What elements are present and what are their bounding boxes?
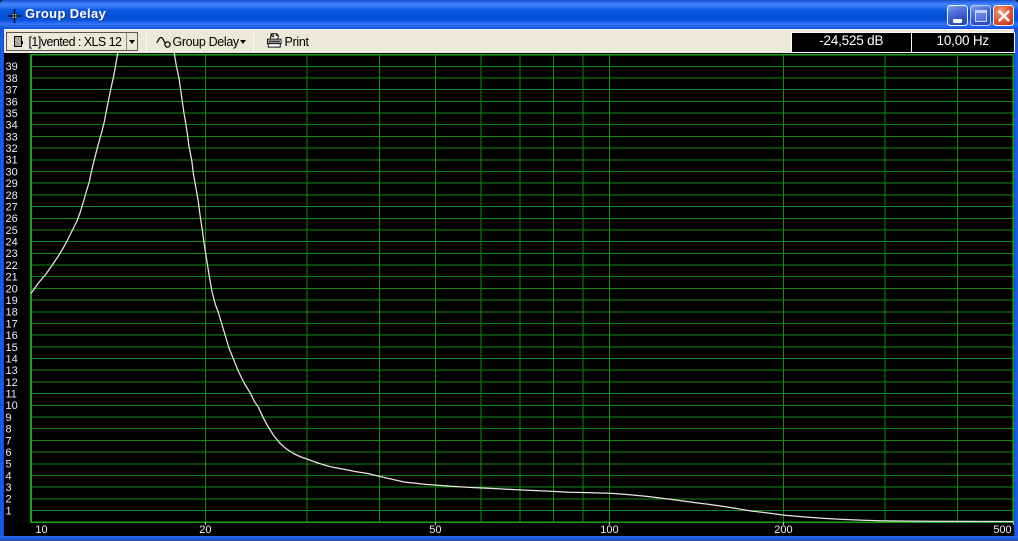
svg-text:4: 4 (6, 470, 12, 482)
svg-text:50: 50 (429, 524, 441, 536)
svg-text:29: 29 (6, 178, 18, 190)
svg-text:11: 11 (6, 389, 17, 401)
svg-text:18: 18 (6, 307, 18, 319)
svg-text:3: 3 (6, 482, 12, 494)
svg-text:12: 12 (6, 377, 18, 389)
svg-text:200: 200 (774, 524, 792, 536)
svg-text:35: 35 (6, 108, 18, 120)
svg-text:26: 26 (6, 213, 18, 225)
svg-text:21: 21 (6, 272, 18, 284)
svg-text:10: 10 (35, 524, 47, 536)
svg-text:23: 23 (6, 248, 18, 260)
svg-text:25: 25 (6, 225, 18, 237)
svg-text:24: 24 (6, 237, 18, 249)
svg-text:22: 22 (6, 260, 18, 272)
svg-text:13: 13 (6, 365, 18, 377)
svg-text:14: 14 (6, 353, 18, 365)
svg-text:20: 20 (199, 524, 211, 536)
svg-text:31: 31 (6, 155, 18, 167)
svg-text:36: 36 (6, 96, 18, 108)
svg-text:39: 39 (6, 61, 18, 73)
svg-text:38: 38 (6, 73, 18, 85)
svg-text:5: 5 (6, 459, 12, 471)
svg-text:34: 34 (6, 120, 18, 132)
svg-text:30: 30 (6, 166, 18, 178)
svg-text:32: 32 (6, 143, 18, 155)
svg-text:2: 2 (6, 494, 12, 506)
svg-text:17: 17 (6, 318, 18, 330)
svg-text:9: 9 (6, 412, 12, 424)
svg-text:20: 20 (6, 283, 18, 295)
svg-text:100: 100 (600, 524, 618, 536)
svg-text:500: 500 (993, 524, 1011, 536)
svg-text:28: 28 (6, 190, 18, 202)
svg-text:27: 27 (6, 202, 18, 214)
svg-text:10: 10 (6, 400, 18, 412)
svg-text:37: 37 (6, 85, 18, 97)
svg-text:15: 15 (6, 342, 18, 354)
svg-text:33: 33 (6, 131, 18, 143)
svg-text:7: 7 (6, 435, 12, 447)
svg-text:1: 1 (6, 505, 12, 517)
svg-text:19: 19 (6, 295, 18, 307)
svg-text:16: 16 (6, 330, 18, 342)
svg-text:6: 6 (6, 447, 12, 459)
svg-text:8: 8 (6, 424, 12, 436)
